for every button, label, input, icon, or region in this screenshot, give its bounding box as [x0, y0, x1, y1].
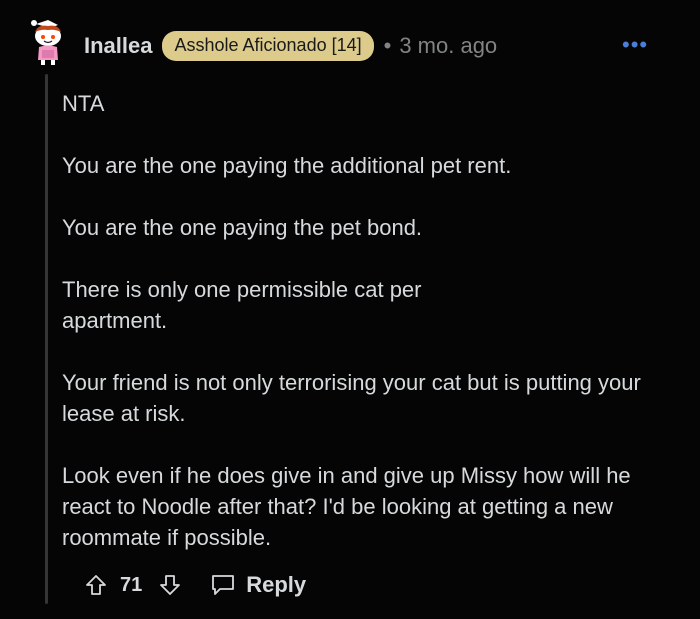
speech-bubble-icon	[212, 575, 235, 595]
comment-actions: 71 Reply	[82, 568, 306, 602]
snoo-avatar-icon	[31, 20, 61, 65]
more-dots-icon: •••	[622, 32, 649, 57]
upvote-button[interactable]	[82, 571, 110, 599]
reply-button[interactable]: Reply	[210, 572, 306, 598]
more-options-button[interactable]: •••	[622, 34, 648, 56]
downvote-button[interactable]	[156, 571, 184, 599]
comment-paragraph: You are the one paying the additional pe…	[62, 153, 512, 178]
username[interactable]: Inallea	[84, 33, 152, 59]
comment-paragraph: You are the one paying the pet bond.	[62, 215, 423, 240]
comment-card: Inallea Asshole Aficionado [14] • 3 mo. …	[0, 0, 700, 619]
thread-collapse-line[interactable]	[45, 74, 48, 604]
comment-paragraph: Look even if he does give in and give up…	[62, 463, 631, 550]
upvote-arrow-icon	[86, 575, 106, 595]
user-flair-badge: Asshole Aficionado [14]	[162, 31, 374, 61]
comment-body: NTA You are the one paying the additiona…	[62, 88, 662, 584]
comment-header: Inallea Asshole Aficionado [14] • 3 mo. …	[84, 28, 497, 64]
reply-label: Reply	[246, 572, 307, 597]
vote-score: 71	[120, 573, 143, 596]
comment-timestamp[interactable]: 3 mo. ago	[399, 33, 497, 59]
comment-paragraph: NTA	[62, 91, 105, 116]
separator-dot: •	[383, 33, 392, 58]
user-avatar[interactable]	[28, 16, 68, 66]
downvote-arrow-icon	[160, 575, 181, 595]
comment-paragraph: Your friend is not only terrorising your…	[62, 370, 641, 426]
comment-paragraph: There is only one permissible cat per ap…	[62, 277, 422, 333]
